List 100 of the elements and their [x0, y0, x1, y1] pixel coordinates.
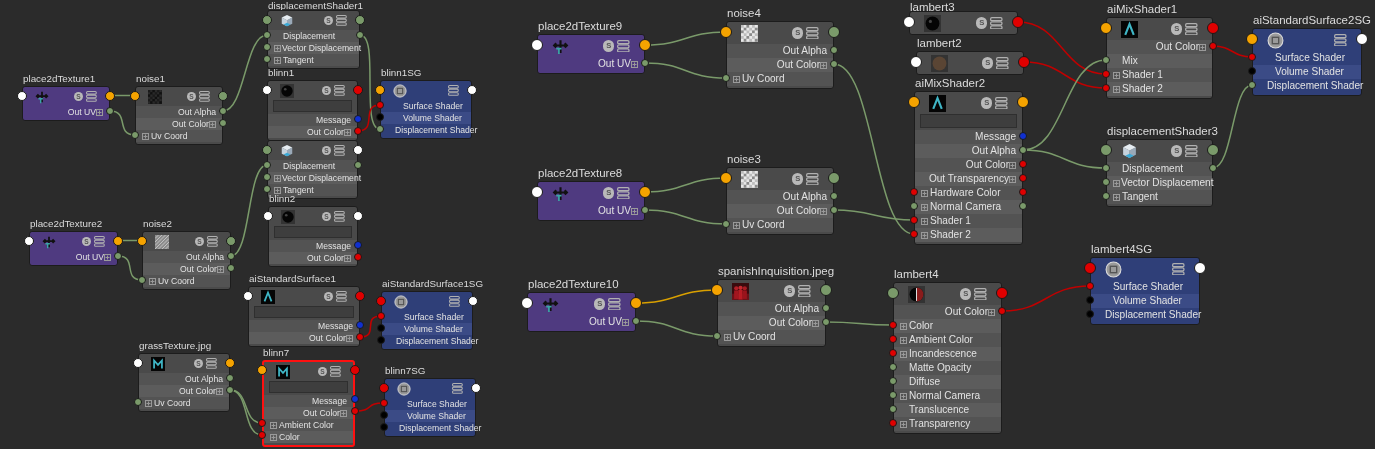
stack-icon[interactable] — [974, 287, 987, 301]
stack-icon[interactable] — [86, 91, 97, 102]
attribute-label: Displacement — [1121, 162, 1184, 176]
expand-icon[interactable] — [145, 399, 152, 407]
expand-icon[interactable] — [96, 108, 103, 116]
expand-icon[interactable] — [149, 277, 156, 285]
expand-icon[interactable] — [900, 392, 907, 400]
attribute-label: Displacement — [282, 160, 336, 172]
cube-icon — [280, 143, 294, 158]
expand-icon[interactable] — [344, 254, 351, 262]
stack-icon[interactable] — [94, 236, 105, 247]
node-title: place2dTexture10 — [528, 277, 619, 291]
stack-icon[interactable] — [452, 383, 463, 394]
node-card[interactable]: Surface Shader Volume Shader Displacement Shader — [1252, 28, 1362, 96]
expand-icon[interactable] — [820, 207, 827, 215]
stack-icon[interactable] — [617, 39, 630, 53]
expand-icon[interactable] — [631, 207, 638, 215]
expand-icon[interactable] — [1009, 161, 1016, 169]
expand-icon[interactable] — [274, 174, 281, 182]
attribute-label: Displacement Shader — [395, 335, 479, 347]
expand-icon[interactable] — [820, 61, 827, 69]
expand-icon[interactable] — [270, 421, 277, 429]
stack-icon[interactable] — [334, 145, 345, 156]
expand-icon[interactable] — [631, 60, 638, 68]
expand-icon[interactable] — [217, 265, 224, 273]
stack-icon[interactable] — [798, 284, 811, 298]
shading-group-icon — [393, 83, 407, 98]
expand-icon[interactable] — [1113, 71, 1120, 79]
attribute-label: Message — [974, 130, 1016, 144]
expand-icon[interactable] — [900, 420, 907, 428]
expand-icon[interactable] — [274, 44, 281, 52]
expand-icon[interactable] — [104, 253, 111, 261]
expand-icon[interactable] — [921, 189, 928, 197]
stack-icon[interactable] — [336, 15, 347, 26]
attribute-label: Out Color — [306, 126, 344, 138]
attribute-label: Surface Shader — [403, 311, 464, 323]
expand-icon[interactable] — [900, 322, 907, 330]
expand-icon[interactable] — [812, 319, 819, 327]
hatch-icon — [155, 234, 169, 249]
stack-icon[interactable] — [330, 366, 341, 377]
expand-icon[interactable] — [340, 409, 347, 417]
stack-icon[interactable] — [206, 358, 217, 369]
expand-icon[interactable] — [1113, 179, 1120, 187]
attribute-label: Out Alpha — [970, 144, 1016, 158]
node-title: lambert4 — [894, 267, 939, 281]
expand-icon[interactable] — [1199, 43, 1206, 51]
expand-icon[interactable] — [216, 387, 223, 395]
stack-icon[interactable] — [617, 186, 630, 200]
stack-icon[interactable] — [336, 291, 347, 302]
expand-icon[interactable] — [900, 350, 907, 358]
expand-icon[interactable] — [900, 336, 907, 344]
expand-icon[interactable] — [988, 308, 995, 316]
attribute-label: Displacement Shader — [1104, 308, 1202, 322]
expand-icon[interactable] — [270, 433, 277, 441]
expand-icon[interactable] — [209, 120, 216, 128]
expand-icon[interactable] — [733, 75, 740, 83]
attribute-label: Uv Coord — [157, 275, 195, 287]
stack-icon[interactable] — [806, 172, 819, 186]
expand-icon[interactable] — [274, 56, 281, 64]
attribute-label: Mix — [1121, 54, 1138, 68]
expand-icon[interactable] — [344, 128, 351, 136]
stack-icon[interactable] — [334, 211, 345, 222]
expand-icon[interactable] — [274, 186, 281, 194]
attribute-label: Volume Shader — [403, 323, 463, 335]
node-editor-canvas[interactable] — [0, 0, 1375, 449]
node-title: blinn1 — [268, 67, 295, 79]
expand-icon[interactable] — [921, 231, 928, 239]
expand-icon[interactable] — [1113, 193, 1120, 201]
stack-icon[interactable] — [1185, 22, 1198, 36]
stack-icon[interactable] — [199, 91, 210, 102]
stack-icon[interactable] — [990, 16, 1003, 30]
node-card[interactable]: Surface Shader Volume Shader Displacement Shader — [1090, 257, 1200, 325]
stack-icon[interactable] — [448, 85, 459, 96]
expand-icon[interactable] — [142, 132, 149, 140]
stack-icon[interactable] — [1185, 144, 1198, 158]
stack-icon[interactable] — [334, 85, 345, 96]
expand-icon[interactable] — [724, 333, 731, 341]
expand-icon[interactable] — [921, 217, 928, 225]
sphere-icon — [908, 285, 925, 303]
attribute-label: Shader 1 — [929, 214, 971, 228]
transform-icon — [42, 234, 56, 249]
expand-icon[interactable] — [921, 203, 928, 211]
expand-icon[interactable] — [622, 318, 629, 326]
attribute-label: Out UV — [74, 251, 104, 263]
expand-icon[interactable] — [733, 221, 740, 229]
expand-icon[interactable] — [1009, 175, 1016, 183]
attribute-label: Out Color — [775, 58, 820, 72]
stack-icon[interactable] — [1172, 262, 1185, 276]
sphere-icon — [281, 209, 295, 224]
stack-icon[interactable] — [995, 96, 1008, 110]
stack-icon[interactable] — [1334, 33, 1347, 47]
stack-icon[interactable] — [608, 297, 621, 311]
expand-icon[interactable] — [1113, 85, 1120, 93]
attribute-label: Out UV — [587, 315, 622, 329]
stack-icon[interactable] — [996, 56, 1009, 70]
stack-icon[interactable] — [449, 296, 460, 307]
expand-icon[interactable] — [346, 334, 353, 342]
stack-icon[interactable] — [806, 26, 819, 40]
stack-icon[interactable] — [207, 236, 218, 247]
attribute-label: Out UV — [596, 57, 631, 71]
